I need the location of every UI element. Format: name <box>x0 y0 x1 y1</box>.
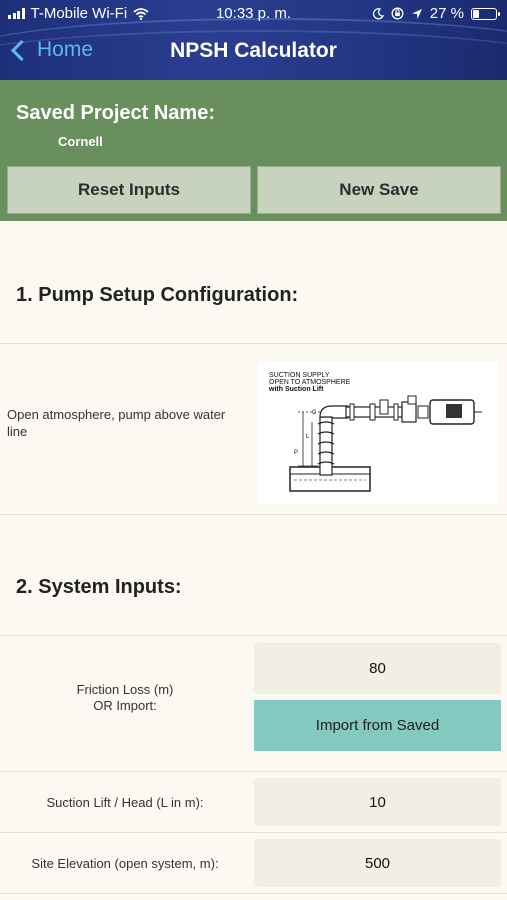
battery-level-fill <box>473 9 479 18</box>
status-bar: T-Mobile Wi-Fi 10:33 p. m. 27 % <box>0 0 507 28</box>
page-title: NPSH Calculator <box>170 39 337 62</box>
battery-icon <box>471 7 500 20</box>
friction-loss-label-line1: Friction Loss (m) <box>76 682 174 697</box>
orientation-lock-icon <box>391 7 404 20</box>
divider <box>0 343 507 344</box>
import-from-saved-button[interactable]: Import from Saved <box>254 700 501 751</box>
suction-lift-label: Suction Lift / Head (L in m): <box>46 795 204 810</box>
suction-lift-input[interactable]: 10 <box>254 778 501 826</box>
divider <box>0 893 507 894</box>
saved-project-name: Cornell <box>58 134 103 149</box>
svg-text:P: P <box>294 450 298 456</box>
site-elevation-label: Site Elevation (open system, m): <box>31 856 219 871</box>
divider <box>0 514 507 515</box>
battery-percent: 27 % <box>429 5 464 22</box>
new-save-button[interactable]: New Save <box>257 166 501 214</box>
pump-config-description: Open atmosphere, pump above water line <box>7 407 226 439</box>
pump-setup-diagram[interactable]: SUCTION SUPPLY OPEN TO ATMOSPHERE with S… <box>258 362 498 504</box>
diagram-heading-2: OPEN TO ATMOSPHERE <box>269 379 351 386</box>
reset-inputs-button[interactable]: Reset Inputs <box>7 166 251 214</box>
friction-loss-label-line2: OR Import: <box>93 698 157 713</box>
site-elevation-input[interactable]: 500 <box>254 839 501 887</box>
divider <box>0 771 507 772</box>
navigation-bar: Home NPSH Calculator <box>0 28 507 80</box>
saved-project-panel: Saved Project Name: Cornell Reset Inputs… <box>0 80 507 221</box>
svg-text:C: C <box>312 410 317 416</box>
pump-diagram-illustration: SUCTION SUPPLY OPEN TO ATMOSPHERE with S… <box>268 372 482 492</box>
divider <box>0 635 507 636</box>
diagram-heading-3: with Suction Lift <box>268 386 324 393</box>
location-icon <box>411 8 422 19</box>
saved-project-label: Saved Project Name: <box>16 102 215 124</box>
system-inputs-title: 2. System Inputs: <box>16 576 182 598</box>
friction-loss-input[interactable]: 80 <box>254 643 501 694</box>
friction-loss-label: Friction Loss (m) OR Import: <box>0 682 250 714</box>
pump-setup-title: 1. Pump Setup Configuration: <box>16 284 299 306</box>
app-header: T-Mobile Wi-Fi 10:33 p. m. 27 % Home NPS… <box>0 0 507 80</box>
moon-icon <box>372 7 384 19</box>
divider <box>0 832 507 833</box>
diagram-heading-1: SUCTION SUPPLY <box>269 372 330 379</box>
svg-text:L: L <box>306 434 310 440</box>
